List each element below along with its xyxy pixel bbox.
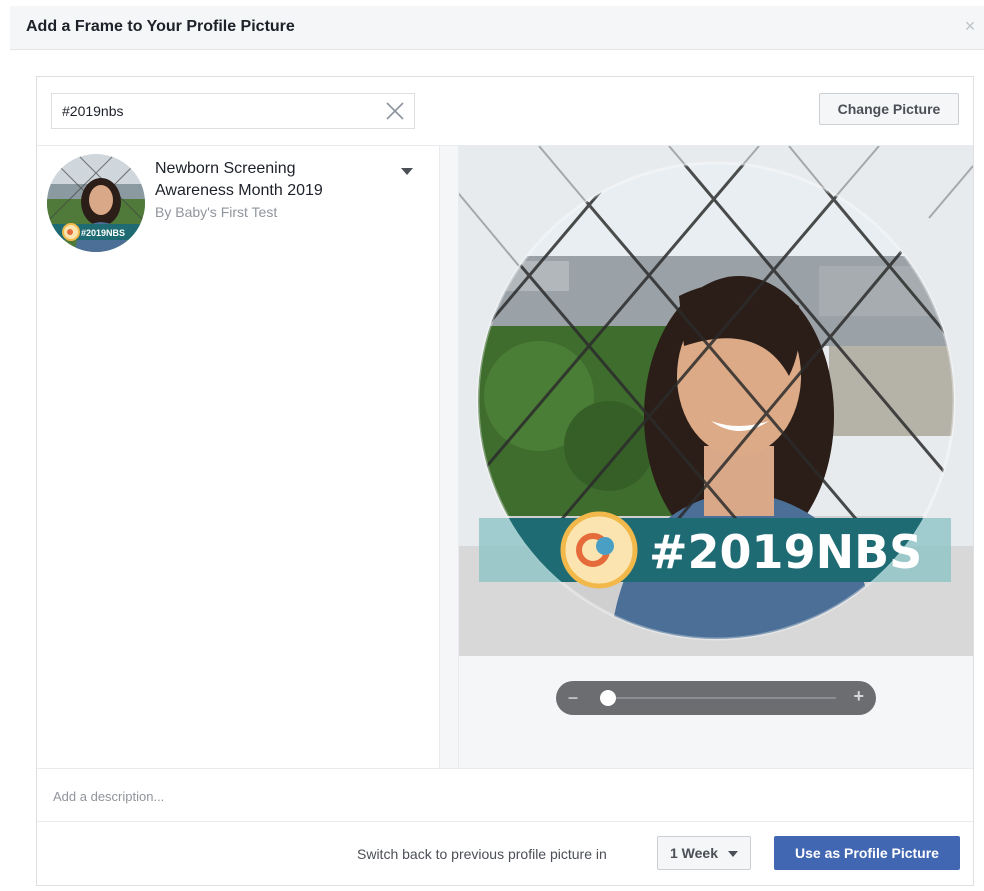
profile-picture-preview: #2019NBS <box>459 146 973 656</box>
frame-author: By Baby's First Test <box>155 204 278 220</box>
use-as-profile-picture-button[interactable]: Use as Profile Picture <box>774 836 960 870</box>
description-input[interactable] <box>51 779 951 813</box>
frame-banner-text: #2019NBS <box>649 525 922 579</box>
column-separator <box>439 146 459 768</box>
zoom-track[interactable] <box>600 697 836 699</box>
duration-selected-value: 1 Week <box>670 845 718 861</box>
zoom-slider[interactable]: – + <box>556 681 876 715</box>
chevron-down-icon <box>728 851 738 857</box>
dialog-footer: Switch back to previous profile picture … <box>37 822 973 885</box>
preview-controls: – + <box>459 656 973 768</box>
dialog-title: Add a Frame to Your Profile Picture <box>26 18 295 35</box>
caret-down-icon[interactable] <box>399 166 415 178</box>
dialog-header: Add a Frame to Your Profile Picture × <box>10 6 984 50</box>
thumb-badge-text: #2019NBS <box>81 228 125 238</box>
frame-thumbnail: #2019NBS <box>47 154 145 252</box>
frame-name: Newborn Screening Awareness Month 2019 <box>155 160 323 199</box>
frame-search-box <box>51 93 415 129</box>
zoom-in-icon[interactable]: + <box>853 686 864 707</box>
close-icon[interactable]: × <box>960 16 980 36</box>
description-area <box>37 768 973 822</box>
change-picture-button[interactable]: Change Picture <box>819 93 959 125</box>
frame-results-list: #2019NBS Newborn Screening Awareness Mon… <box>37 146 439 768</box>
duration-select[interactable]: 1 Week <box>657 836 751 870</box>
zoom-handle[interactable] <box>600 690 616 706</box>
switch-back-label: Switch back to previous profile picture … <box>357 846 607 862</box>
zoom-out-icon[interactable]: – <box>568 687 578 708</box>
frame-search-input[interactable] <box>52 94 372 128</box>
clear-x-icon[interactable] <box>384 100 406 122</box>
frame-result-item[interactable]: #2019NBS Newborn Screening Awareness Mon… <box>47 154 427 254</box>
frame-picker-panel: Change Picture <box>36 76 974 886</box>
